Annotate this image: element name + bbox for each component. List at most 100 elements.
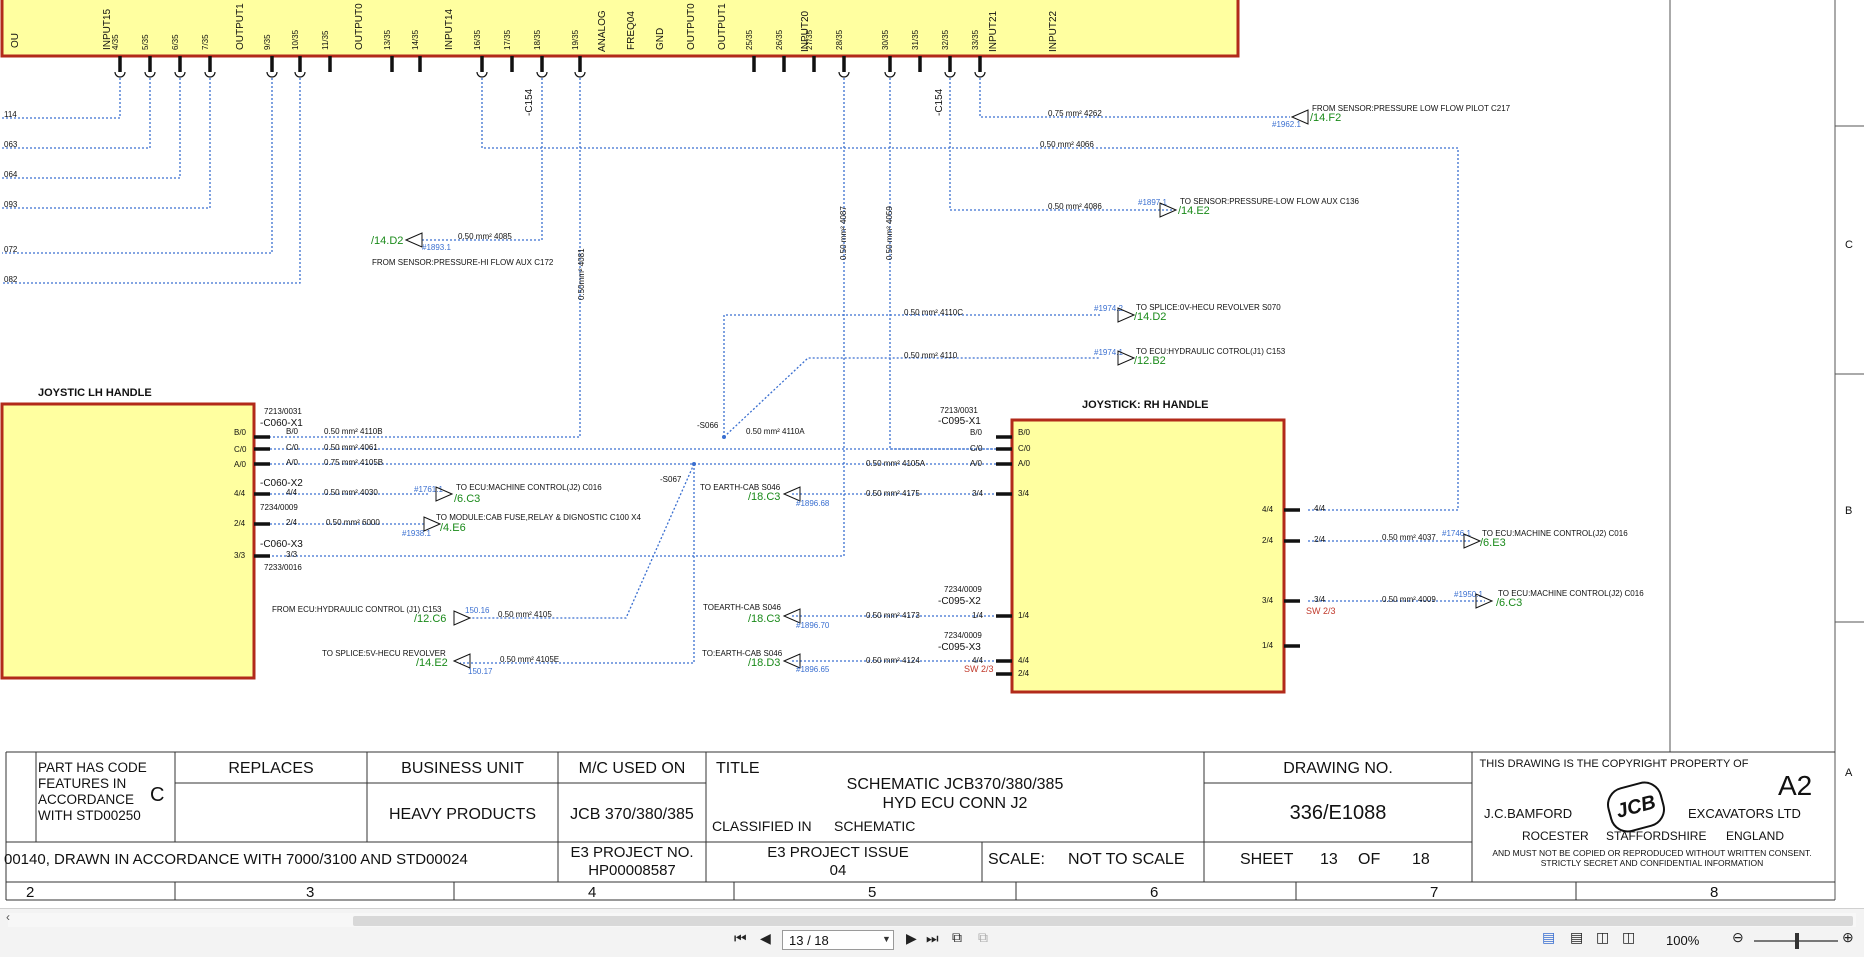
zoom-out-icon[interactable]: ⊖ xyxy=(1732,929,1744,946)
pin-number: 19/35 xyxy=(571,29,580,50)
pin-number: 4/35 xyxy=(111,34,120,50)
destination-label: TO ECU:MACHINE CONTROL(J2) C016 xyxy=(1482,529,1628,538)
destination-label: TO SENSOR:PRESSURE-LOW FLOW AUX C136 xyxy=(1180,197,1360,206)
wire-label: 0.50 mm² 4175 xyxy=(866,489,920,498)
first-page-icon[interactable]: ⏮ xyxy=(734,930,747,947)
pin-id: 3/3 xyxy=(234,551,246,560)
company-left: J.C.BAMFORD xyxy=(1484,806,1573,821)
company-right: EXCAVATORS LTD xyxy=(1688,806,1801,821)
scrollbar-thumb[interactable] xyxy=(353,916,1853,926)
connector-label: -C060-X3 xyxy=(260,539,303,550)
wire-label: 0.50 mm² 4059 xyxy=(885,206,894,260)
drawing-title-line2: HYD ECU CONN J2 xyxy=(882,795,1028,812)
drawing-no-value: 336/E1088 xyxy=(1289,802,1387,824)
pin-id: 3/4 xyxy=(972,489,984,498)
facing-view-icon[interactable]: ◫ xyxy=(1596,929,1609,946)
wire-label: 0.50 mm² 4105 xyxy=(498,610,552,619)
e3-project-issue-label: E3 PROJECT ISSUE xyxy=(767,844,909,861)
pin-label: OUTPUT0 xyxy=(354,3,365,50)
ref-blue: #1897.1 xyxy=(1138,198,1167,207)
pin-label: OUTPUT0 xyxy=(686,3,697,50)
pin-label: INPUT22 xyxy=(1048,10,1059,52)
pin-number: 10/35 xyxy=(291,29,300,50)
pin-id: B/0 xyxy=(234,428,247,437)
single-page-view-icon[interactable]: ▤ xyxy=(1542,929,1555,946)
wire-label: 0.50 mm² 4110B xyxy=(324,427,383,436)
of-label: OF xyxy=(1358,851,1381,868)
rh-handle-title: JOYSTICK: RH HANDLE xyxy=(1082,399,1209,411)
pin-id: 1/4 xyxy=(1262,641,1274,650)
pin-id: B/0 xyxy=(286,427,299,436)
splice-node xyxy=(722,435,726,439)
ref-blue: 150.16 xyxy=(465,606,490,615)
page-number-input[interactable]: 13 / 18 xyxy=(782,930,894,950)
connector-label: -C154 xyxy=(524,88,535,116)
destination-label: TO SPLICE:0V-HECU REVOLVER S070 xyxy=(1136,303,1281,312)
page-dropdown-icon[interactable]: ▼ xyxy=(882,934,891,944)
pin-number: 6/35 xyxy=(171,34,180,50)
pin-id: 4/4 xyxy=(1314,504,1326,513)
continuous-facing-view-icon[interactable]: ◫ xyxy=(1622,929,1635,946)
wire-label: 0.50 mm² 4110C xyxy=(904,308,963,317)
pin-label: ANALOG xyxy=(597,10,608,52)
splice-label: -S067 xyxy=(660,475,682,484)
zoom-in-icon[interactable]: ⊕ xyxy=(1842,929,1854,946)
pin-number: 5/35 xyxy=(141,34,150,50)
pin-label: OUTPUT1 xyxy=(235,3,246,50)
copy-page-icon[interactable]: ⧉ xyxy=(952,929,962,946)
connector-label: -C095-X2 xyxy=(938,596,981,607)
wire-label: 0.50 mm² 4124 xyxy=(866,656,920,665)
pin-id: 2/4 xyxy=(1018,669,1030,678)
continuous-view-icon[interactable]: ▤ xyxy=(1570,929,1583,946)
offpage-ref: 082 xyxy=(4,275,18,284)
column-number: 6 xyxy=(1150,884,1159,901)
pin-id: 1/4 xyxy=(972,611,984,620)
destination-label: FROM SENSOR:PRESSURE LOW FLOW PILOT C217 xyxy=(1312,104,1511,113)
wire-label: 0.50 mm² 4173 xyxy=(866,611,920,620)
pin-id: A/0 xyxy=(286,458,299,467)
pin-id: 2/4 xyxy=(1314,535,1326,544)
pin-label: OUTPUT1 xyxy=(717,3,728,50)
pin-id: A/0 xyxy=(234,460,247,469)
zoom-slider-knob[interactable] xyxy=(1795,933,1799,949)
previous-page-icon[interactable]: ◀ xyxy=(760,930,771,947)
top-pins xyxy=(118,56,982,72)
pin-id: 3/3 xyxy=(286,550,298,559)
pin-id: A/0 xyxy=(970,459,983,468)
pin-id: 4/4 xyxy=(1018,656,1030,665)
last-page-icon[interactable]: ⏭ xyxy=(926,930,939,947)
ref-blue: 150.17 xyxy=(468,667,493,676)
paste-page-icon[interactable]: ⧉ xyxy=(978,929,988,946)
offpage-ref: 072 xyxy=(4,245,18,254)
wire-label: 0.50 mm² 4066 xyxy=(1040,140,1094,149)
zoom-level[interactable]: 100% xyxy=(1666,933,1699,948)
ref-green: /12.C6 xyxy=(414,613,446,625)
connector-label: -C154 xyxy=(934,88,945,116)
wire-label: 0.50 mm² 4030 xyxy=(324,488,378,497)
wire-label: 0.50 mm² 4105E xyxy=(500,655,559,664)
pin-id: 4/4 xyxy=(234,489,246,498)
ref-blue: #1761.1 xyxy=(414,485,443,494)
ref-green: /12.B2 xyxy=(1134,355,1166,367)
next-page-icon[interactable]: ▶ xyxy=(906,930,917,947)
pin-number: 17/35 xyxy=(503,29,512,50)
pin-id: C/0 xyxy=(286,443,299,452)
drawing-no-header: DRAWING NO. xyxy=(1283,760,1393,777)
ref-blue: #1896.70 xyxy=(796,621,830,630)
lh-handle-title: JOYSTIC LH HANDLE xyxy=(38,387,152,399)
pin-number: 25/35 xyxy=(745,29,754,50)
e3-project-issue-value: 04 xyxy=(829,862,847,879)
wire-label: 0.50 mm² 4086 xyxy=(1048,202,1102,211)
pin-label: INPUT21 xyxy=(988,10,999,52)
row-label-b: B xyxy=(1845,505,1852,517)
row-label-c: C xyxy=(1845,239,1853,251)
business-unit-header: BUSINESS UNIT xyxy=(401,760,524,777)
pin-number: 7/35 xyxy=(201,34,210,50)
pin-label: INPUT14 xyxy=(444,8,455,50)
ref-green: /18.C3 xyxy=(748,613,780,625)
ref-green: /14.E2 xyxy=(416,657,448,669)
horizontal-scrollbar[interactable]: ‹ xyxy=(6,910,1856,927)
scroll-left-icon[interactable]: ‹ xyxy=(6,910,10,924)
offpage-ref: 093 xyxy=(4,200,18,209)
pin-number: 27/35 xyxy=(805,29,814,50)
